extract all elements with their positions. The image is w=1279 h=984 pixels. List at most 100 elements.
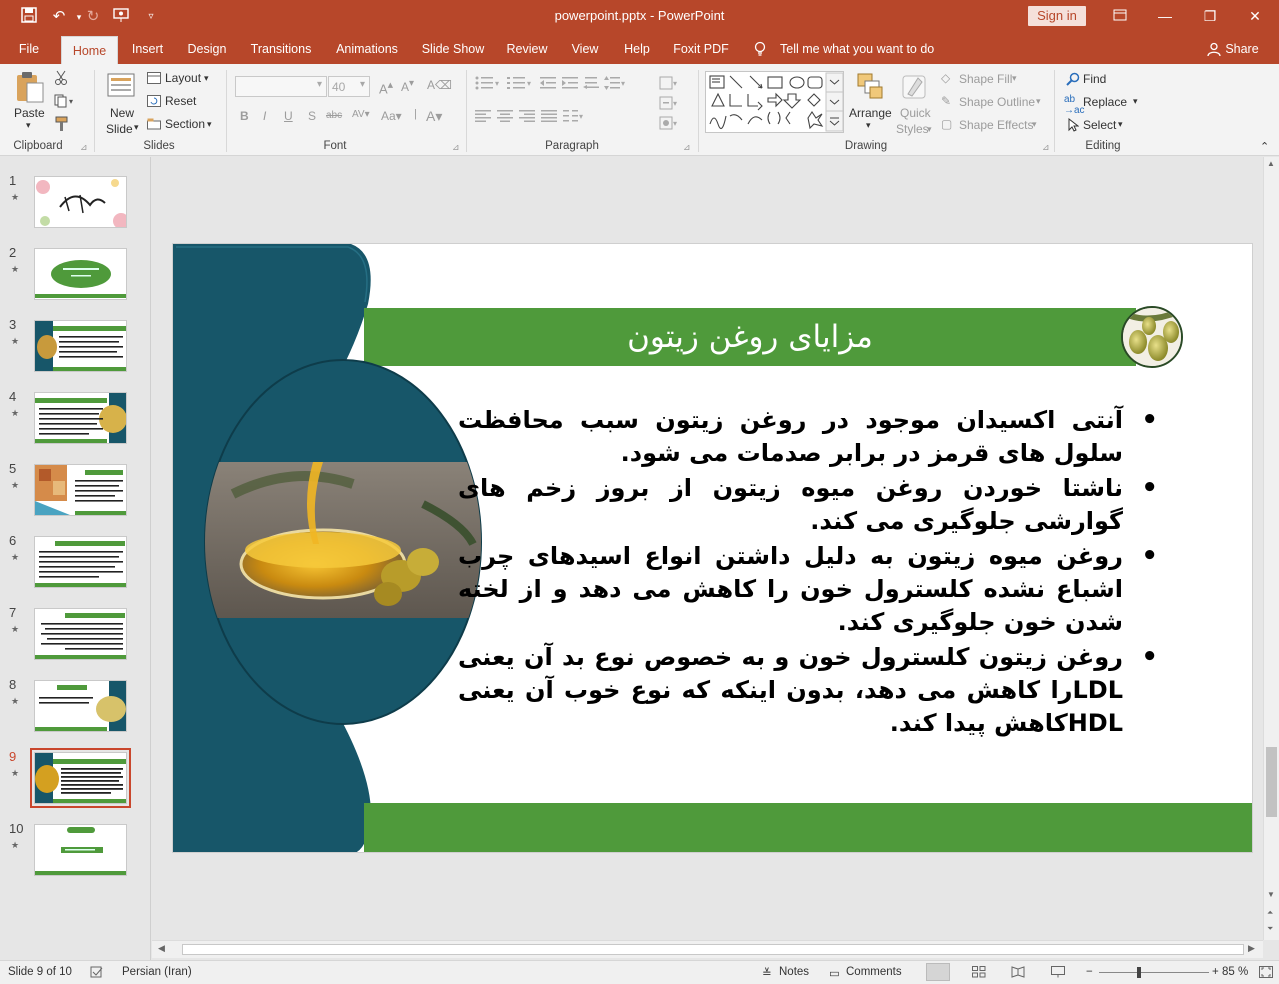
- current-slide[interactable]: مزایای روغن زیتون • آنتی اکسیدان موجود در…: [172, 243, 1253, 853]
- slideshow-view-icon[interactable]: [1051, 966, 1065, 981]
- new-slide-label-2[interactable]: Slide: [106, 122, 133, 136]
- shape-effects-button[interactable]: Shape Effects: [959, 118, 1034, 132]
- thumb-slide-1[interactable]: [34, 176, 127, 228]
- vertical-scrollbar[interactable]: ▲ ▼ ⏶ ⏷: [1263, 157, 1279, 940]
- find-button[interactable]: Find: [1083, 72, 1106, 86]
- quick-styles-dropdown-icon[interactable]: ▾: [927, 124, 932, 135]
- comments-button[interactable]: Comments: [846, 966, 902, 978]
- thumb-slide-6[interactable]: [34, 536, 127, 588]
- slide-title[interactable]: مزایای روغن زیتون: [364, 308, 1136, 366]
- tab-transitions[interactable]: Transitions: [246, 34, 316, 64]
- tab-help[interactable]: Help: [618, 34, 656, 64]
- underline-icon[interactable]: U: [284, 109, 293, 123]
- replace-dropdown-icon[interactable]: ▾: [1133, 96, 1138, 107]
- section-dropdown-icon[interactable]: ▾: [207, 119, 212, 130]
- clipboard-launcher-icon[interactable]: ⊿: [80, 142, 88, 153]
- zoom-in-icon[interactable]: +: [1212, 966, 1219, 978]
- tab-design[interactable]: Design: [181, 34, 233, 64]
- increase-indent-icon[interactable]: [562, 76, 578, 93]
- arrange-icon[interactable]: [856, 72, 884, 103]
- paragraph-launcher-icon[interactable]: ⊿: [683, 142, 691, 153]
- quick-styles-label-1[interactable]: Quick: [900, 106, 931, 120]
- tab-home[interactable]: Home: [61, 36, 118, 64]
- ribbon-display-options-icon[interactable]: [1105, 5, 1135, 27]
- select-button[interactable]: Select: [1083, 118, 1116, 132]
- collapse-ribbon-icon[interactable]: ⌃: [1260, 140, 1269, 153]
- zoom-out-icon[interactable]: −: [1086, 966, 1093, 978]
- share-button[interactable]: Share: [1225, 34, 1259, 64]
- shape-effects-dropdown-icon[interactable]: ▾: [1032, 119, 1037, 130]
- bold-icon[interactable]: B: [240, 109, 249, 123]
- new-slide-dropdown-icon[interactable]: ▾: [134, 122, 139, 133]
- new-slide-icon[interactable]: [106, 70, 138, 103]
- cut-icon[interactable]: [54, 70, 68, 89]
- thumb-slide-5[interactable]: [34, 464, 127, 516]
- align-text-icon[interactable]: ▾: [659, 96, 679, 113]
- font-color-icon[interactable]: A▾: [426, 108, 442, 125]
- quick-styles-label-2[interactable]: Styles: [896, 122, 929, 136]
- horizontal-scroll-thumb[interactable]: [182, 944, 1244, 955]
- tab-slide-show[interactable]: Slide Show: [418, 34, 488, 64]
- decrease-font-icon[interactable]: A▾: [401, 78, 414, 94]
- justify-icon[interactable]: [541, 110, 557, 125]
- scroll-down-icon[interactable]: ▼: [1267, 890, 1275, 899]
- zoom-level[interactable]: 85 %: [1222, 966, 1248, 978]
- section-button[interactable]: Section: [165, 117, 205, 131]
- paste-button[interactable]: Paste: [14, 106, 45, 120]
- spell-check-icon[interactable]: [90, 966, 104, 981]
- horizontal-scrollbar[interactable]: ◀ ▶: [152, 940, 1263, 958]
- select-dropdown-icon[interactable]: ▾: [1118, 119, 1123, 130]
- tab-animations[interactable]: Animations: [330, 34, 404, 64]
- strikethrough-icon[interactable]: abc: [326, 110, 342, 121]
- notes-button[interactable]: Notes: [779, 966, 809, 978]
- vertical-scroll-thumb[interactable]: [1266, 747, 1277, 817]
- language-status[interactable]: Persian (Iran): [122, 966, 192, 978]
- line-spacing-icon[interactable]: ▾: [604, 76, 626, 93]
- sign-in-button[interactable]: Sign in: [1028, 6, 1086, 26]
- next-slide-icon[interactable]: ⏷: [1267, 924, 1273, 934]
- format-painter-icon[interactable]: [54, 116, 70, 135]
- new-slide-label-1[interactable]: New: [110, 106, 134, 120]
- align-center-icon[interactable]: [497, 110, 513, 125]
- drawing-launcher-icon[interactable]: ⊿: [1042, 142, 1050, 153]
- shape-fill-dropdown-icon[interactable]: ▾: [1012, 73, 1017, 84]
- align-left-icon[interactable]: [475, 110, 491, 125]
- tell-me-search[interactable]: Tell me what you want to do: [780, 34, 936, 64]
- slide-sorter-icon[interactable]: [972, 966, 986, 981]
- arrange-dropdown-icon[interactable]: ▾: [866, 120, 871, 131]
- text-direction-icon[interactable]: ▾: [659, 76, 679, 93]
- slide-editing-area[interactable]: مزایای روغن زیتون • آنتی اکسیدان موجود در…: [152, 157, 1263, 940]
- font-name-select[interactable]: ▾: [235, 76, 327, 97]
- reading-view-icon[interactable]: [1011, 966, 1025, 981]
- layout-button[interactable]: Layout: [165, 71, 201, 85]
- smartart-icon[interactable]: ▾: [659, 116, 679, 133]
- shape-outline-dropdown-icon[interactable]: ▾: [1036, 96, 1041, 107]
- layout-dropdown-icon[interactable]: ▾: [204, 73, 209, 84]
- minimize-icon[interactable]: —: [1150, 5, 1180, 27]
- thumb-slide-2[interactable]: [34, 248, 127, 300]
- font-launcher-icon[interactable]: ⊿: [452, 142, 460, 153]
- normal-view-icon[interactable]: [926, 963, 950, 981]
- clear-formatting-icon[interactable]: A⌫: [427, 78, 452, 92]
- shapes-gallery[interactable]: [705, 71, 844, 133]
- slide-thumbnail-pane[interactable]: 1 ★ 2 ★ 3 ★ 4 ★ 5 ★ 6 ★ 7 ★ 8 ★ 9 ★ 10 ★: [0, 157, 151, 960]
- scroll-left-icon[interactable]: ◀: [158, 943, 165, 954]
- thumb-slide-7[interactable]: [34, 608, 127, 660]
- shape-fill-button[interactable]: Shape Fill: [959, 72, 1012, 86]
- thumb-slide-9[interactable]: [30, 748, 131, 808]
- slide-bullet-list[interactable]: • آنتی اکسیدان موجود در روغن زیتون سبب مح…: [458, 404, 1158, 742]
- thumb-slide-4[interactable]: [34, 392, 127, 444]
- tab-insert[interactable]: Insert: [125, 34, 170, 64]
- change-case-icon[interactable]: Aa▾: [381, 109, 402, 123]
- decrease-indent-icon[interactable]: [540, 76, 556, 93]
- shape-outline-button[interactable]: Shape Outline: [959, 95, 1035, 109]
- thumb-slide-8[interactable]: [34, 680, 127, 732]
- rtl-icon[interactable]: [583, 76, 599, 93]
- tab-review[interactable]: Review: [502, 34, 552, 64]
- increase-font-icon[interactable]: A▴: [379, 78, 393, 96]
- shadow-icon[interactable]: S: [308, 109, 316, 123]
- italic-icon[interactable]: I: [263, 109, 266, 123]
- scroll-up-icon[interactable]: ▲: [1267, 159, 1275, 168]
- zoom-slider-thumb[interactable]: [1137, 967, 1141, 978]
- font-size-select[interactable]: 40 ▾: [328, 76, 370, 97]
